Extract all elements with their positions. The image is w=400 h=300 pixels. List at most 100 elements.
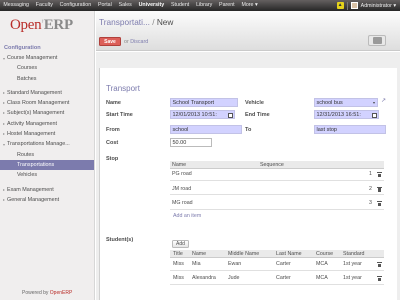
calendar-icon[interactable] — [228, 112, 233, 118]
students-col-last-name[interactable]: Last Name — [276, 250, 302, 258]
end-time-label: End Time — [245, 112, 270, 118]
start-time-field[interactable]: 12/01/2013 10:51: — [170, 110, 235, 119]
students-table-header: Title Name Middle Name Last Name Course … — [170, 250, 384, 258]
name-field[interactable]: School Transport — [170, 98, 238, 107]
stops-col-name[interactable]: Name — [172, 161, 186, 169]
breadcrumb-current: New — [156, 17, 174, 27]
stop-name: MG road — [172, 200, 193, 206]
trash-icon[interactable] — [376, 201, 382, 207]
start-time-label: Start Time — [106, 112, 133, 118]
cost-field[interactable]: 50.00 — [170, 138, 212, 147]
sidebar-item[interactable]: General Management — [0, 195, 94, 205]
user-menu[interactable]: Administrator ▾ — [361, 3, 396, 9]
stop-sequence: 2 — [369, 185, 372, 192]
top-menu-item[interactable]: Student — [168, 0, 193, 11]
student-course: MCA — [316, 261, 328, 267]
or-label: or — [124, 39, 129, 45]
top-menu-item[interactable]: Library — [193, 0, 216, 11]
sidebar-item[interactable]: Transportations Manage... — [0, 139, 94, 149]
calendar-icon[interactable] — [372, 112, 377, 118]
student-name: Mia — [192, 261, 201, 267]
end-time-field[interactable]: 12/31/2013 16:51: — [314, 110, 379, 119]
powered-by: Powered by OpenERP — [22, 290, 73, 296]
form-view-icon — [372, 37, 382, 44]
top-menu-item[interactable]: Messaging — [0, 0, 32, 11]
students-col-course[interactable]: Course — [316, 250, 333, 258]
top-menu-item[interactable]: Parent — [216, 0, 238, 11]
discard-link[interactable]: Discard — [130, 39, 148, 45]
sidebar-subitem[interactable]: Transportations — [0, 159, 94, 171]
breadcrumb: Transportati... / New — [99, 17, 173, 27]
sidebar-item[interactable]: Course Management — [0, 53, 94, 63]
vehicle-select[interactable]: school bus — [314, 98, 378, 107]
student-row[interactable]: Miss Alexandra Jude Carter MCA 1st year — [170, 273, 384, 285]
sidebar-item[interactable]: Hostel Management — [0, 129, 94, 139]
avatar[interactable] — [350, 2, 358, 9]
from-label: From — [106, 127, 120, 133]
sidebar-item[interactable]: Standard Management — [0, 88, 94, 98]
student-title: Miss — [173, 261, 184, 267]
top-menu-item[interactable]: Portal — [95, 0, 116, 11]
top-menu-item[interactable]: University — [135, 0, 167, 11]
breadcrumb-separator: / — [149, 17, 157, 27]
students-col-middle-name[interactable]: Middle Name — [228, 250, 259, 258]
form-header: Transportati... / New Save or Discard — [96, 11, 400, 51]
student-course: MCA — [316, 275, 328, 281]
or-discard: or Discard — [124, 39, 148, 45]
stop-row[interactable]: JM road 2 — [170, 184, 384, 195]
sidebar-subitem[interactable]: Routes — [0, 150, 94, 160]
sidebar-item[interactable]: Exam Management — [0, 185, 94, 195]
form-view-button[interactable] — [368, 35, 386, 46]
stops-table-header: Name Sequence — [170, 161, 384, 169]
form-sheet: Transport Name School Transport Vehicle … — [99, 68, 397, 300]
name-label: Name — [106, 100, 121, 106]
stops-col-sequence[interactable]: Sequence — [260, 161, 284, 169]
stop-row[interactable]: MG road 3 — [170, 198, 384, 210]
add-stop-link[interactable]: Add an item — [173, 213, 201, 219]
top-menu-item[interactable]: Sales — [115, 0, 135, 11]
sidebar-item[interactable]: Subject(s) Management — [0, 108, 94, 118]
openerp-logo[interactable]: Open'ERP — [10, 17, 73, 34]
students-label: Student(s) — [106, 237, 134, 243]
stop-row[interactable]: PG road 1 — [170, 169, 384, 181]
top-menu-item[interactable]: Faculty — [32, 0, 56, 11]
top-menu-item[interactable]: Configuration — [56, 0, 94, 11]
top-right-area: ▲ Administrator ▾ — [336, 0, 396, 11]
student-row[interactable]: Miss Mia Ewan Carter MCA 1st year — [170, 259, 384, 271]
sidebar-item[interactable]: Activity Management — [0, 119, 94, 129]
to-field[interactable]: last stop — [314, 125, 386, 134]
external-link-icon[interactable]: ↗ — [381, 97, 386, 104]
stop-name: PG road — [172, 171, 192, 177]
stop-sequence: 1 — [369, 171, 372, 177]
breadcrumb-link[interactable]: Transportati... — [99, 17, 150, 27]
chevron-down-icon[interactable] — [373, 102, 375, 104]
from-field[interactable]: school — [170, 125, 242, 134]
stop-sequence: 3 — [369, 200, 372, 206]
stop-label: Stop — [106, 156, 119, 162]
sidebar-subitem[interactable]: Batches — [0, 74, 94, 84]
trash-icon[interactable] — [376, 172, 382, 178]
students-col-name[interactable]: Name — [192, 250, 206, 258]
sidebar-item[interactable]: Class Room Management — [0, 98, 94, 108]
trash-icon[interactable] — [376, 262, 382, 268]
student-middle: Ewan — [228, 261, 242, 267]
trash-icon[interactable] — [376, 186, 382, 192]
save-button[interactable]: Save — [99, 37, 121, 46]
student-name: Alexandra — [192, 275, 216, 281]
top-menu: Messaging Faculty Configuration Portal Sales… — [0, 0, 261, 11]
sidebar-subitem[interactable]: Vehicles — [0, 170, 94, 180]
sidebar-subitem[interactable]: Courses — [0, 63, 94, 73]
powered-by-link[interactable]: OpenERP — [50, 290, 73, 296]
student-middle: Jude — [228, 275, 240, 281]
student-last: Carter — [276, 261, 291, 267]
add-student-button[interactable]: Add — [172, 240, 189, 248]
student-standard: 1st year — [343, 275, 362, 281]
trash-icon[interactable] — [376, 276, 382, 282]
main-content: Transportati... / New Save or Discard Tr… — [96, 11, 400, 300]
top-menu-item[interactable]: More ▾ — [238, 0, 261, 11]
bell-icon[interactable]: ▲ — [336, 2, 344, 9]
students-col-title[interactable]: Title — [173, 250, 183, 258]
student-title: Miss — [173, 275, 184, 281]
student-last: Carter — [276, 275, 291, 281]
students-col-standard[interactable]: Standard — [343, 250, 365, 258]
